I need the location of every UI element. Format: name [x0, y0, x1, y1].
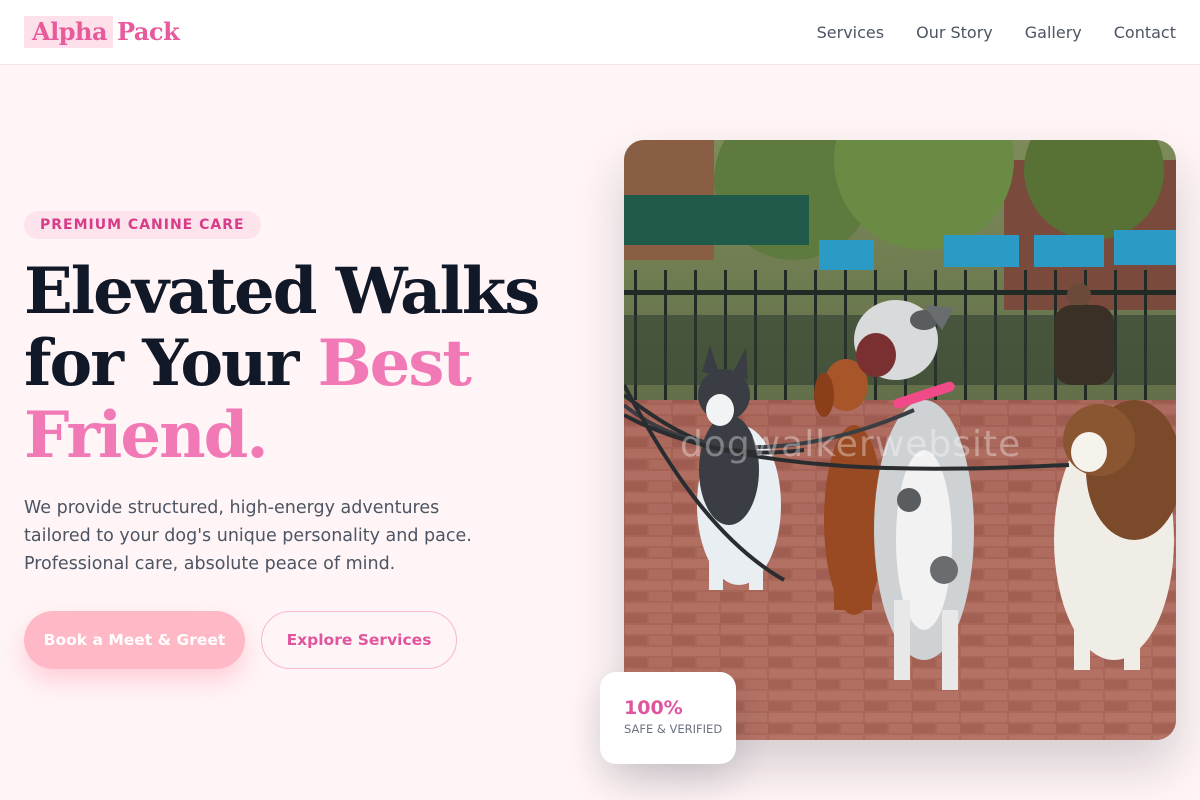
headline-line-1: Elevated Walks — [24, 254, 540, 329]
logo-text-alpha: Alpha — [24, 16, 114, 48]
book-meet-greet-button[interactable]: Book a Meet & Greet — [24, 611, 245, 669]
site-header: Alpha Pack Services Our Story Gallery Co… — [0, 0, 1200, 65]
nav-link-contact[interactable]: Contact — [1114, 23, 1176, 42]
logo-text-pack: Pack — [117, 17, 180, 46]
hero-headline: Elevated Walks for Your Best Friend. — [24, 256, 584, 472]
logo[interactable]: Alpha Pack — [24, 16, 180, 48]
hero-badge: PREMIUM CANINE CARE — [24, 211, 261, 239]
stat-label: SAFE & VERIFIED — [624, 722, 723, 736]
image-watermark: dogwalkerwebsite — [680, 424, 1022, 465]
headline-accent-friend: Friend. — [24, 398, 269, 473]
explore-services-button[interactable]: Explore Services — [261, 611, 457, 669]
nav-link-services[interactable]: Services — [817, 23, 884, 42]
stat-value: 100% — [624, 697, 683, 719]
safety-stat-card: 100% SAFE & VERIFIED — [600, 672, 736, 764]
nav-link-our-story[interactable]: Our Story — [916, 23, 993, 42]
headline-line-2: for Your — [24, 326, 318, 401]
main-nav: Services Our Story Gallery Contact — [817, 0, 1176, 64]
headline-accent-best: Best — [317, 326, 472, 401]
nav-link-gallery[interactable]: Gallery — [1025, 23, 1082, 42]
hero-description: We provide structured, high-energy adven… — [24, 498, 472, 574]
